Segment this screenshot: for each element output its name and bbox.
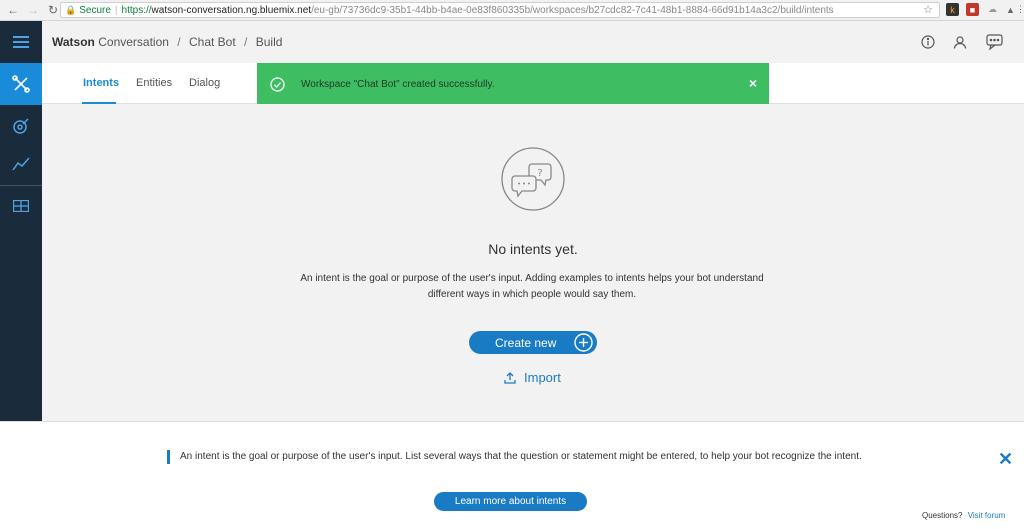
visit-forum-link[interactable]: Visit forum <box>968 511 1006 520</box>
app-header: Watson Conversation / Chat Bot / Build <box>42 21 1024 63</box>
import-label: Import <box>524 370 561 385</box>
analytics-line-icon[interactable] <box>0 143 42 185</box>
user-icon[interactable] <box>950 32 970 52</box>
empty-state-title: No intents yet. <box>488 241 578 257</box>
svg-text:?: ? <box>537 168 542 179</box>
empty-state-description: An intent is the goal or purpose of the … <box>300 273 764 300</box>
success-toast: Workspace "Chat Bot" created successfull… <box>257 63 769 106</box>
hamburger-menu-icon[interactable] <box>0 21 42 63</box>
upload-icon <box>504 371 516 384</box>
build-tools-icon[interactable] <box>0 63 42 105</box>
breadcrumb: Watson Conversation / Chat Bot / Build <box>52 35 282 49</box>
bookmark-star-icon[interactable]: ☆ <box>923 3 933 16</box>
breadcrumb-page: Build <box>255 35 283 49</box>
toast-message: Workspace "Chat Bot" created successfull… <box>301 79 495 90</box>
info-icon[interactable] <box>918 32 938 52</box>
url-host: watson-conversation.ng.bluemix.net <box>151 4 312 16</box>
extension-red-icon[interactable]: ■ <box>966 3 979 16</box>
intent-help-panel: An intent is the goal or purpose of the … <box>0 421 1024 529</box>
address-separator: | <box>114 4 118 16</box>
browser-toolbar: ← → ↻ 🔒 Secure | https:// watson-convers… <box>0 0 1024 21</box>
import-button[interactable]: Import <box>504 370 561 385</box>
intents-empty-state: ? No intents yet. An intent is the goal … <box>42 104 1024 421</box>
tab-dialog[interactable]: Dialog <box>189 77 220 89</box>
questions-label: Questions? <box>922 511 963 520</box>
address-bar[interactable]: 🔒 Secure | https:// watson-conversation.… <box>60 2 940 18</box>
extension-k-icon[interactable]: k <box>946 3 959 16</box>
info-accent-bar <box>167 450 170 464</box>
intent-help-text: An intent is the goal or purpose of the … <box>180 451 862 462</box>
help-panel-close-icon[interactable]: ✕ <box>998 449 1013 470</box>
breadcrumb-separator: / <box>244 35 248 49</box>
product-name: Conversation <box>98 35 169 49</box>
learn-more-intents-button[interactable]: Learn more about intents <box>434 492 587 511</box>
secure-label: Secure <box>79 4 111 16</box>
plus-circle-icon <box>574 333 593 352</box>
url-scheme: https:// <box>121 4 152 16</box>
improve-target-icon[interactable] <box>0 105 42 147</box>
back-icon[interactable]: ← <box>6 3 20 17</box>
tab-intents[interactable]: Intents <box>83 77 119 89</box>
breadcrumb-separator: / <box>177 35 181 49</box>
chat-bubbles-question-icon: ? <box>501 147 565 211</box>
forward-icon[interactable]: → <box>26 3 40 17</box>
forum-prompt: Questions? Visit forum <box>922 511 1005 520</box>
dashboard-grid-icon[interactable] <box>0 185 42 227</box>
toast-close-icon[interactable]: × <box>749 75 757 91</box>
checkmark-circle-icon <box>270 77 285 92</box>
create-new-button[interactable]: Create new <box>469 331 597 354</box>
extension-cloud-icon[interactable]: ☁ <box>986 3 999 16</box>
create-new-label: Create new <box>495 335 557 350</box>
feedback-chat-icon[interactable] <box>984 32 1004 52</box>
breadcrumb-workspace[interactable]: Chat Bot <box>189 35 236 49</box>
lock-icon: 🔒 <box>65 4 77 15</box>
brand-name: Watson <box>52 35 95 49</box>
url-path: /eu-gb/73736dc9-35b1-44bb-b4ae-0e83f8603… <box>311 4 834 16</box>
tab-entities[interactable]: Entities <box>136 77 172 89</box>
browser-menu-icon[interactable]: ⋮ <box>1014 3 1024 16</box>
reload-icon[interactable]: ↻ <box>46 3 60 17</box>
